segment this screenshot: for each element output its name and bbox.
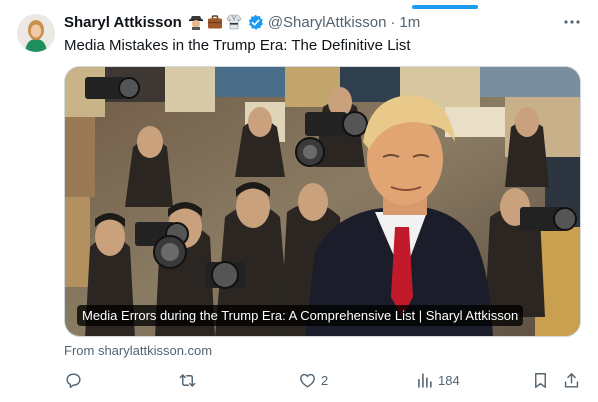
avatar[interactable] [17, 14, 55, 52]
reply-button[interactable] [64, 368, 87, 392]
separator-dot: · [390, 13, 396, 31]
heart-icon [300, 373, 315, 388]
more-options-button[interactable] [562, 12, 582, 32]
verified-badge-icon[interactable] [247, 14, 264, 31]
views-chart-icon [418, 372, 432, 388]
share-button[interactable] [562, 368, 581, 392]
scroll-indicator [412, 5, 478, 9]
tweet-actions-bar: 2 184 [64, 368, 584, 392]
author-handle[interactable]: @SharylAttkisson [268, 14, 387, 31]
tweet-header: Sharyl Attkisson @SharylAttkisson · 1m [64, 12, 420, 32]
card-image [65, 67, 580, 336]
card-title: Media Errors during the Trump Era: A Com… [77, 305, 524, 326]
judo-uniform-emoji-icon [226, 14, 242, 30]
tweet-text: Media Mistakes in the Trump Era: The Def… [64, 37, 411, 54]
like-button[interactable]: 2 [298, 368, 328, 392]
bookmark-button[interactable] [531, 368, 550, 392]
share-icon [564, 372, 579, 388]
reply-icon [66, 372, 81, 388]
more-horizontal-icon [564, 20, 580, 24]
view-count: 184 [438, 372, 460, 388]
link-card[interactable]: Media Errors during the Trump Era: A Com… [64, 66, 581, 337]
author-name[interactable]: Sharyl Attkisson [64, 14, 182, 31]
briefcase-emoji-icon [207, 15, 222, 29]
retweet-button[interactable] [178, 368, 201, 392]
bookmark-icon [535, 372, 546, 388]
like-count: 2 [321, 372, 329, 388]
author-badges [188, 14, 245, 30]
retweet-icon [179, 373, 196, 387]
views-button[interactable]: 184 [415, 368, 460, 392]
tweet-timestamp[interactable]: 1m [399, 14, 420, 31]
detective-emoji-icon [188, 16, 203, 30]
card-source-link[interactable]: From sharylattkisson.com [64, 343, 212, 358]
